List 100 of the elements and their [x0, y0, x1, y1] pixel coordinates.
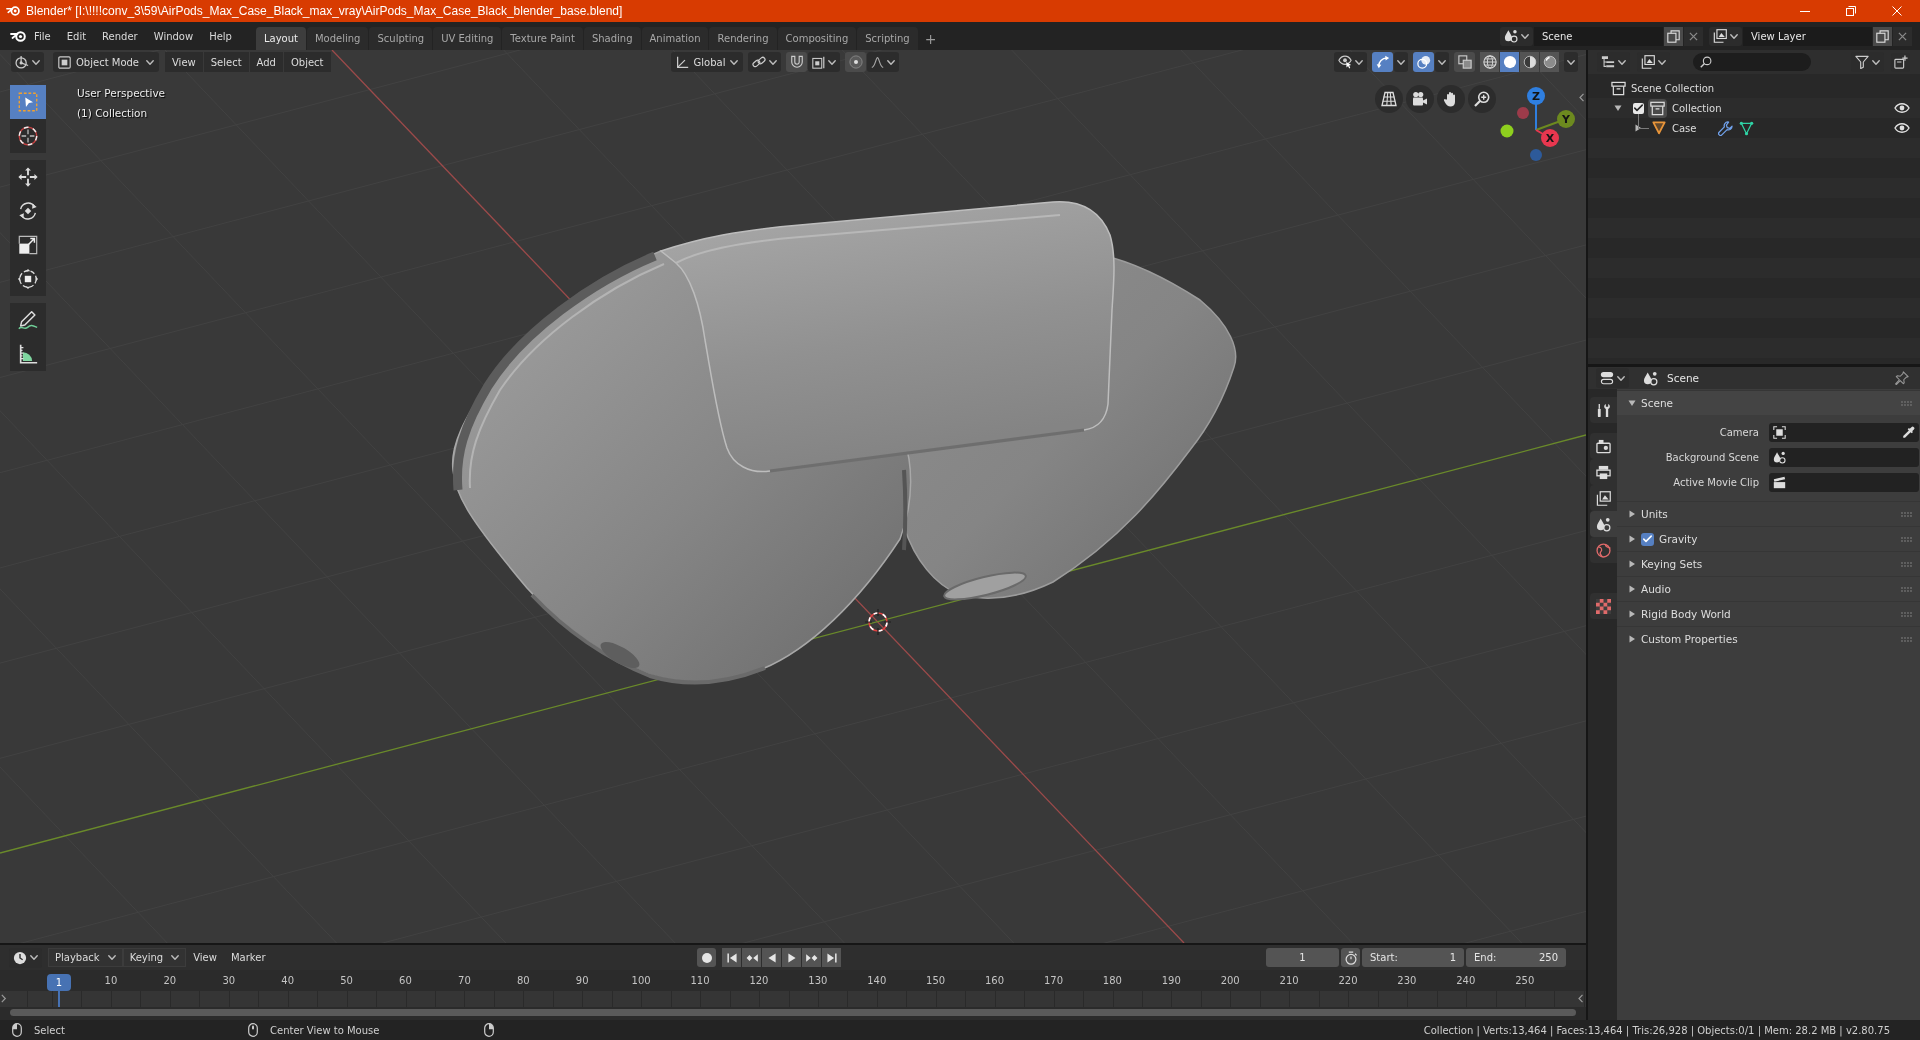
overlay-toggle[interactable] — [1413, 52, 1434, 72]
snap-toggle[interactable] — [786, 52, 808, 72]
properties-tab[interactable] — [1590, 511, 1617, 537]
menu-item[interactable]: File — [26, 26, 59, 46]
axis-handle[interactable]: Z — [1526, 87, 1545, 131]
workspace-tab[interactable]: Rendering — [709, 27, 777, 50]
proportional-toggle[interactable] — [845, 52, 867, 72]
workspace-tab[interactable]: Modeling — [306, 27, 369, 50]
menu-item[interactable]: View — [186, 948, 224, 967]
menu-dropdown[interactable]: Keying — [122, 948, 187, 967]
picker-field[interactable] — [1769, 423, 1919, 442]
workspace-tab[interactable]: Layout — [255, 27, 306, 50]
editor-type-button[interactable] — [1596, 368, 1629, 388]
projection-toggle-button[interactable] — [1374, 85, 1403, 113]
playback-button[interactable] — [822, 948, 842, 967]
menu-item[interactable]: Window — [145, 26, 202, 46]
xray-toggle[interactable] — [1454, 52, 1475, 72]
axis-handle[interactable] — [1516, 107, 1529, 119]
eye-icon[interactable] — [1894, 103, 1910, 113]
auto-keying-button[interactable] — [697, 948, 717, 967]
grip-dots-icon[interactable] — [1901, 511, 1912, 517]
duplicate-button[interactable] — [1664, 26, 1683, 46]
editor-type-button[interactable] — [11, 52, 44, 72]
grip-dots-icon[interactable] — [1901, 400, 1912, 406]
panel-header[interactable]: Custom Properties — [1617, 626, 1920, 651]
panel-header[interactable]: Keying Sets — [1617, 551, 1920, 576]
menu-item[interactable]: Select — [203, 52, 249, 72]
zoom-view-button[interactable] — [1467, 85, 1496, 113]
menu-dropdown[interactable]: Playback — [48, 948, 123, 967]
new-collection-button[interactable] — [1891, 52, 1910, 72]
menu-item[interactable]: Render — [94, 26, 146, 46]
panel-header[interactable]: Units — [1617, 501, 1920, 526]
overlay-options-button[interactable] — [1435, 52, 1449, 72]
scene-browse-button[interactable] — [1500, 26, 1533, 46]
gizmo-toggle[interactable] — [1372, 52, 1393, 72]
menu-item[interactable]: Edit — [58, 26, 95, 46]
shading-mode-button[interactable] — [1480, 52, 1499, 72]
checkbox[interactable] — [1641, 532, 1654, 546]
axis-handle[interactable] — [1500, 124, 1513, 138]
grip-dots-icon[interactable] — [1901, 561, 1912, 567]
axis-handle[interactable] — [1529, 149, 1542, 161]
shading-mode-button[interactable] — [1500, 52, 1519, 72]
workspace-tab[interactable]: Animation — [641, 27, 709, 50]
panel-header[interactable]: Gravity — [1617, 526, 1920, 551]
eye-icon[interactable] — [1894, 123, 1910, 133]
duplicate-button[interactable] — [1873, 26, 1892, 46]
shading-mode-button[interactable] — [1540, 52, 1559, 72]
view-layer-browse-button[interactable] — [1709, 26, 1742, 46]
preview-range-button[interactable] — [1341, 948, 1360, 967]
menu-item[interactable]: Add — [249, 52, 283, 72]
playback-button[interactable] — [762, 948, 782, 967]
panel-header[interactable]: Audio — [1617, 576, 1920, 601]
pivot-dropdown[interactable] — [748, 52, 782, 72]
orientation-dropdown[interactable]: Global — [670, 52, 744, 72]
playback-button[interactable] — [782, 948, 802, 967]
workspace-tab[interactable]: Compositing — [777, 27, 857, 50]
grip-dots-icon[interactable] — [1901, 611, 1912, 617]
workspace-tab[interactable]: Scripting — [857, 27, 918, 50]
disclosure-triangle-icon[interactable] — [1614, 104, 1622, 112]
tool-button[interactable] — [10, 119, 46, 153]
grip-dots-icon[interactable] — [1901, 586, 1912, 592]
shading-options-button[interactable] — [1564, 52, 1578, 72]
view-layer-name-field[interactable]: View Layer — [1743, 26, 1872, 46]
workspace-tab[interactable]: UV Editing — [433, 27, 502, 50]
visibility-dropdown[interactable] — [1334, 52, 1367, 72]
gizmo-options-button[interactable] — [1394, 52, 1408, 72]
workspace-tab[interactable]: Shading — [583, 27, 641, 50]
start-frame-field[interactable]: Start: 1 — [1362, 948, 1464, 967]
blender-logo-icon[interactable] — [10, 30, 26, 42]
mesh-vertices-icon[interactable] — [1739, 120, 1755, 136]
properties-tab[interactable] — [1590, 485, 1617, 511]
workspace-tab[interactable]: Texture Paint — [502, 27, 583, 50]
camera-view-button[interactable] — [1405, 85, 1434, 113]
menu-item[interactable]: View — [165, 52, 203, 72]
outliner-row[interactable]: Scene Collection — [1588, 78, 1920, 98]
properties-tab[interactable] — [1590, 537, 1617, 563]
end-frame-field[interactable]: End: 250 — [1466, 948, 1566, 967]
pin-icon[interactable] — [1895, 371, 1909, 385]
disclosure-triangle-icon[interactable] — [1634, 124, 1642, 132]
search-field[interactable] — [1693, 53, 1811, 71]
current-frame-field[interactable]: 1 — [1266, 948, 1339, 967]
scene-name-field[interactable]: Scene — [1534, 26, 1663, 46]
snap-target-dropdown[interactable] — [808, 52, 841, 72]
grip-dots-icon[interactable] — [1901, 636, 1912, 642]
falloff-dropdown[interactable] — [867, 52, 900, 72]
wrench-icon[interactable] — [1718, 120, 1734, 136]
properties-tab[interactable] — [1590, 593, 1617, 619]
scrollbar[interactable] — [10, 1009, 1576, 1016]
properties-tab[interactable] — [1590, 397, 1617, 423]
tool-button[interactable] — [10, 337, 46, 371]
shading-mode-button[interactable] — [1520, 52, 1539, 72]
pan-view-button[interactable] — [1436, 85, 1465, 113]
picker-field[interactable] — [1769, 448, 1919, 467]
picker-field[interactable] — [1769, 473, 1919, 492]
remove-button[interactable] — [1893, 26, 1912, 46]
remove-button[interactable] — [1684, 26, 1703, 46]
menu-item[interactable]: Object — [283, 52, 331, 72]
axis-handle[interactable]: Y — [1534, 110, 1575, 131]
mode-dropdown[interactable]: Object Mode — [53, 52, 159, 72]
menu-item[interactable]: Help — [201, 26, 240, 46]
